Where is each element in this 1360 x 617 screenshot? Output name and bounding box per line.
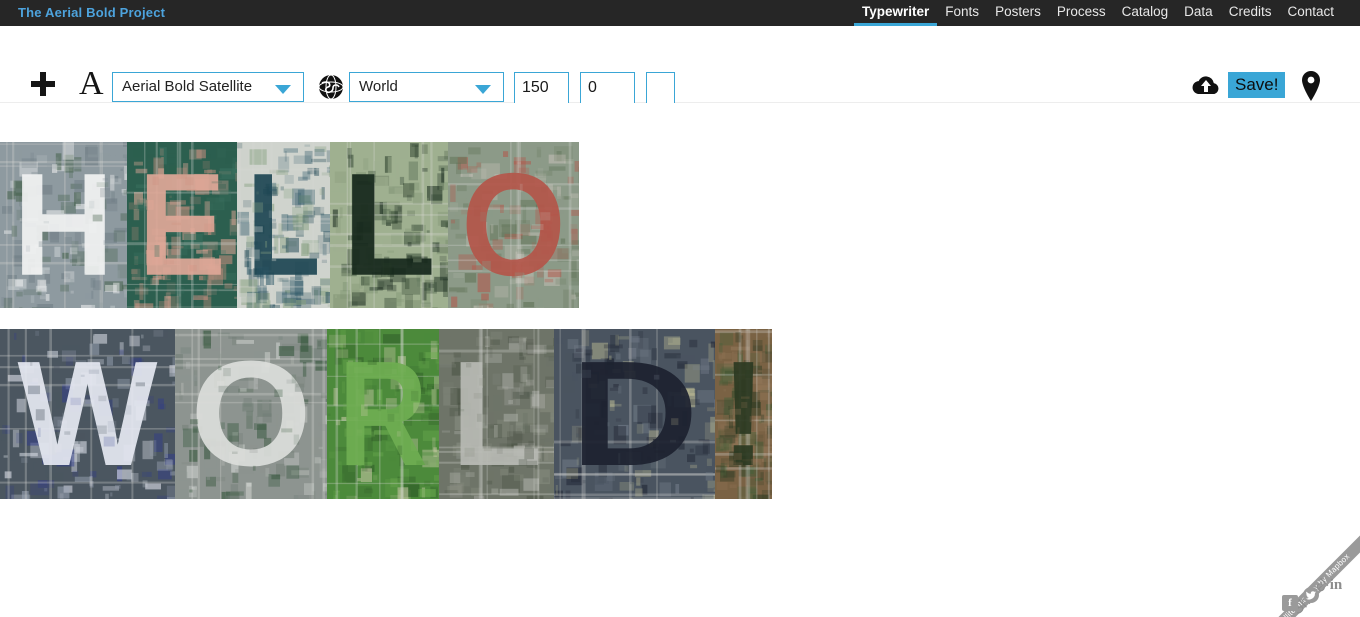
location-select[interactable]: World (349, 72, 504, 102)
main-nav: Typewriter Fonts Posters Process Catalog… (854, 0, 1360, 26)
map-pin-icon[interactable] (1300, 70, 1322, 102)
letter-tile-r[interactable]: R (327, 329, 439, 499)
editor-toolbar: New A Aerial Bold Satellite Font World L… (0, 26, 1360, 122)
font-select-value: Aerial Bold Satellite (122, 78, 253, 95)
save-button[interactable]: Save! (1228, 72, 1286, 98)
nav-item-contact[interactable]: Contact (1279, 0, 1342, 26)
globe-icon[interactable] (318, 74, 344, 100)
twitter-icon[interactable] (1303, 587, 1319, 603)
letter-tile-l[interactable]: L (237, 142, 330, 308)
social-links: f in (1282, 573, 1356, 615)
chevron-down-icon (275, 85, 291, 94)
nav-item-credits[interactable]: Credits (1221, 0, 1280, 26)
plus-icon[interactable] (31, 72, 55, 96)
site-brand-title[interactable]: The Aerial Bold Project (0, 0, 165, 26)
svg-text:D: D (570, 330, 699, 497)
nav-item-posters[interactable]: Posters (987, 0, 1049, 26)
top-navigation-bar: The Aerial Bold Project Typewriter Fonts… (0, 0, 1360, 26)
facebook-icon[interactable]: f (1282, 595, 1298, 611)
letter-tile-h[interactable]: H (0, 142, 127, 308)
letter-a-icon: A (79, 65, 104, 102)
font-select[interactable]: Aerial Bold Satellite (112, 72, 304, 102)
letter-tile-o[interactable]: O (175, 329, 327, 499)
chevron-down-icon (475, 85, 491, 94)
letter-row-world: W O R L D! (0, 329, 772, 499)
letter-tile-l[interactable]: L (330, 142, 448, 308)
nav-item-data[interactable]: Data (1176, 0, 1221, 26)
linkedin-icon[interactable]: in (1325, 577, 1347, 593)
letter-tile-![interactable]: ! (715, 329, 772, 499)
nav-item-fonts[interactable]: Fonts (937, 0, 987, 26)
size-input[interactable]: 150 (514, 72, 569, 104)
cloud-upload-icon[interactable] (1190, 72, 1222, 98)
svg-text:R: R (338, 330, 428, 497)
svg-text:L: L (342, 143, 436, 306)
letter-tile-l[interactable]: L (439, 329, 554, 499)
nav-item-process[interactable]: Process (1049, 0, 1114, 26)
y-offset-input[interactable]: 0 (580, 72, 635, 104)
letter-tile-e[interactable]: E (127, 142, 237, 308)
location-select-value: World (359, 78, 398, 95)
letter-tile-d[interactable]: D (554, 329, 715, 499)
letter-tile-o[interactable]: O (448, 142, 579, 308)
paper-color-input[interactable] (646, 72, 675, 104)
letter-tile-w[interactable]: W (0, 329, 175, 499)
svg-text:L: L (246, 143, 320, 306)
typewriter-canvas[interactable]: HELLO W O R L D! Satellite Imagery by Mapbox… (0, 103, 1360, 617)
nav-item-catalog[interactable]: Catalog (1114, 0, 1177, 26)
letter-row-hello: HELLO (0, 142, 579, 308)
nav-item-typewriter[interactable]: Typewriter (854, 0, 938, 26)
